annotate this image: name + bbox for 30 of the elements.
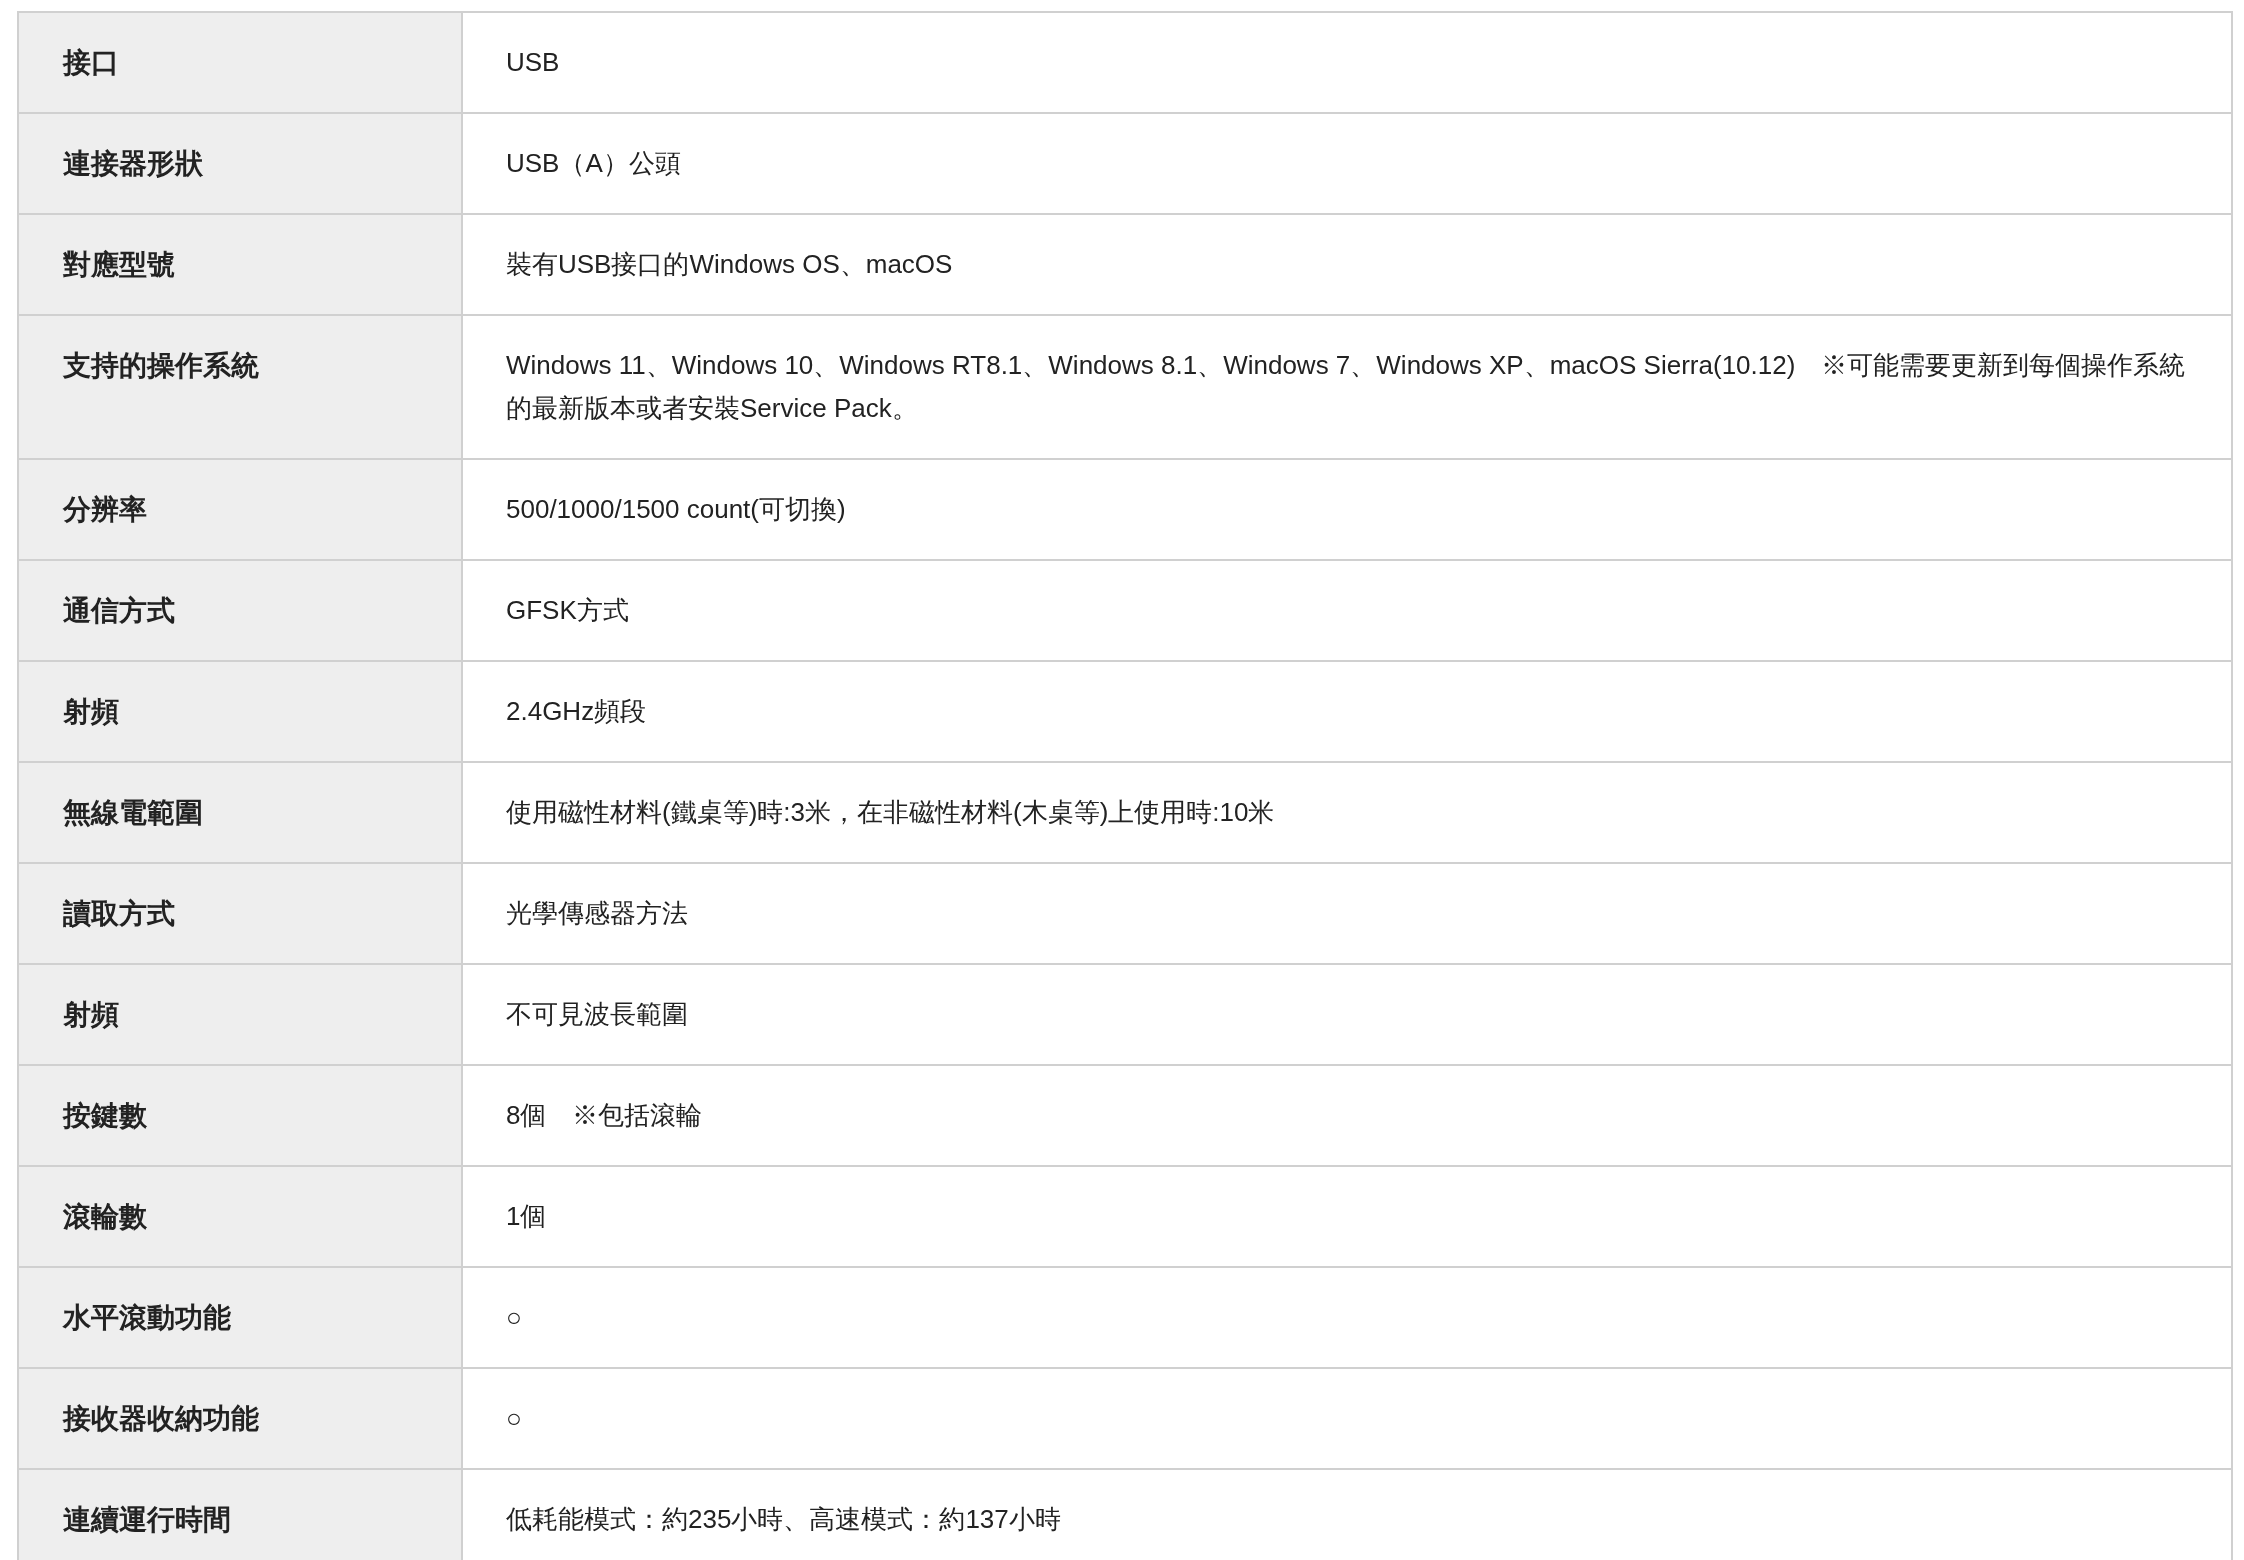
spec-value-cell: 使用磁性材料(鐵桌等)時:3米，在非磁性材料(木桌等)上使用時:10米 bbox=[463, 763, 2233, 862]
spec-label-cell: 無線電範圍 bbox=[19, 763, 463, 862]
spec-label-cell: 射頻 bbox=[19, 662, 463, 761]
spec-label-cell: 射頻 bbox=[19, 965, 463, 1064]
spec-label-cell: 水平滾動功能 bbox=[19, 1268, 463, 1367]
spec-value-cell: ○ bbox=[463, 1268, 2233, 1367]
spec-value-cell: 低耗能模式：約235小時、高速模式：約137小時 bbox=[463, 1470, 2233, 1560]
spec-value-cell: 2.4GHz頻段 bbox=[463, 662, 2233, 761]
spec-value-cell: 8個 ※包括滾輪 bbox=[463, 1066, 2233, 1165]
spec-value-cell: USB bbox=[463, 13, 2233, 112]
spec-label-cell: 對應型號 bbox=[19, 215, 463, 314]
spec-label-cell: 按鍵數 bbox=[19, 1066, 463, 1165]
spec-label-cell: 連接器形狀 bbox=[19, 114, 463, 213]
spec-label-cell: 連續運行時間 bbox=[19, 1470, 463, 1560]
spec-label-cell: 支持的操作系統 bbox=[19, 316, 463, 458]
spec-label-cell: 接收器收納功能 bbox=[19, 1369, 463, 1468]
spec-value-cell: GFSK方式 bbox=[463, 561, 2233, 660]
spec-value-cell: ○ bbox=[463, 1369, 2233, 1468]
spec-label-cell: 接口 bbox=[19, 13, 463, 112]
spec-label-cell: 讀取方式 bbox=[19, 864, 463, 963]
spec-value-cell: 光學傳感器方法 bbox=[463, 864, 2233, 963]
spec-label-cell: 分辨率 bbox=[19, 460, 463, 559]
spec-label-cell: 通信方式 bbox=[19, 561, 463, 660]
spec-value-cell: USB（A）公頭 bbox=[463, 114, 2233, 213]
spec-value-cell: 1個 bbox=[463, 1167, 2233, 1266]
spec-value-cell: 裝有USB接口的Windows OS、macOS bbox=[463, 215, 2233, 314]
spec-label-cell: 滾輪數 bbox=[19, 1167, 463, 1266]
spec-value-cell: 不可見波長範圍 bbox=[463, 965, 2233, 1064]
spec-value-cell: 500/1000/1500 count(可切換) bbox=[463, 460, 2233, 559]
spec-value-cell: Windows 11、Windows 10、Windows RT8.1、Windows 8.1、Windows 7、Windows XP、macOS Sierra(10.12) ※可能需要更新到每個操作系統的最新版本或者安裝Service Pack。 bbox=[463, 316, 2233, 458]
